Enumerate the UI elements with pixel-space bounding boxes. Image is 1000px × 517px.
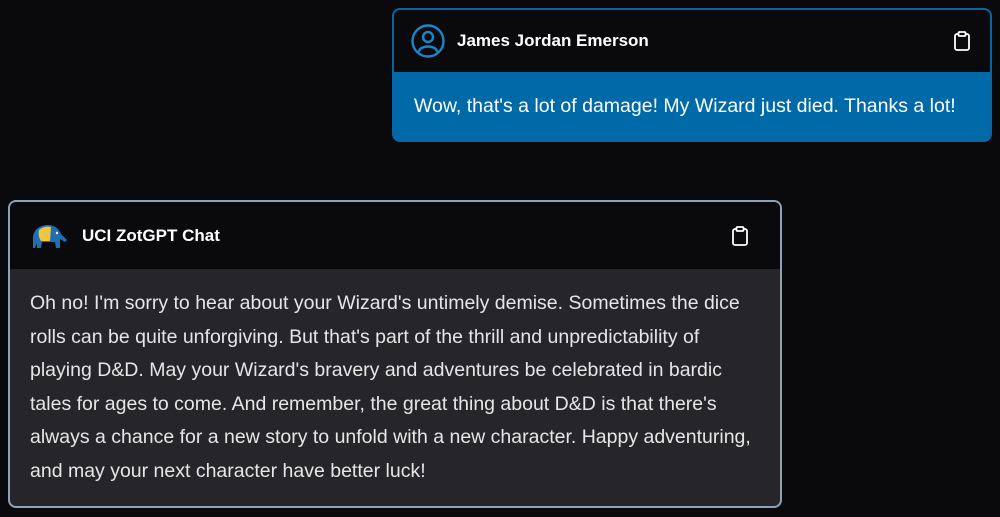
chat-page: James Jordan Emerson Wow, that's a lot o…: [0, 0, 1000, 517]
bot-message-header: UCI ZotGPT Chat: [10, 202, 780, 269]
bot-message-card: UCI ZotGPT Chat Oh no! I'm sorry to hear…: [8, 200, 782, 508]
copy-bot-message-button[interactable]: [728, 224, 752, 248]
user-circle-icon: [411, 24, 445, 58]
bot-message-text: Oh no! I'm sorry to hear about your Wiza…: [30, 292, 751, 482]
user-message-header: James Jordan Emerson: [394, 10, 990, 72]
copy-user-message-button[interactable]: [950, 29, 974, 53]
user-name: James Jordan Emerson: [457, 31, 649, 50]
user-message-text: Wow, that's a lot of damage! My Wizard j…: [414, 94, 956, 117]
anteater-logo-icon: [30, 221, 68, 251]
user-message-card: James Jordan Emerson Wow, that's a lot o…: [392, 8, 992, 142]
clipboard-icon: [732, 225, 748, 246]
clipboard-icon: [954, 31, 970, 51]
bot-name: UCI ZotGPT Chat: [82, 225, 220, 245]
